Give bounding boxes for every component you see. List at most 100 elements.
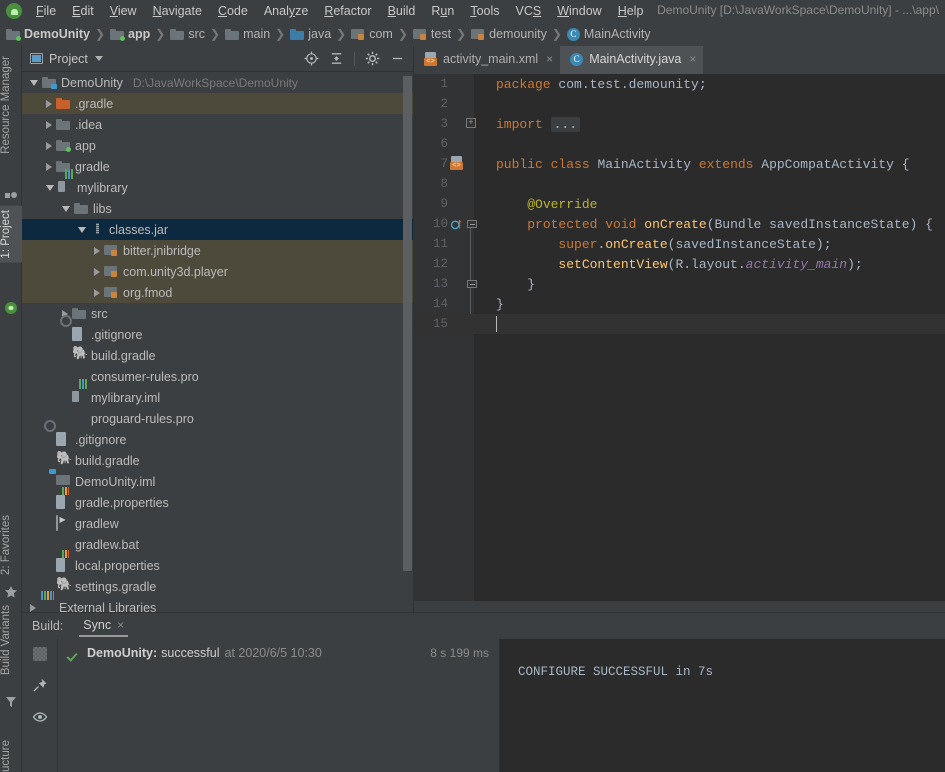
gutter-marker[interactable] <box>448 234 474 254</box>
code-line[interactable]: 13 } <box>414 274 945 294</box>
tree-row[interactable]: .idea <box>22 114 413 135</box>
breadcrumb-item-demounity[interactable]: DemoUnity <box>6 27 90 41</box>
breadcrumb-item-com[interactable]: com <box>351 27 393 41</box>
code-line[interactable]: 7 public class MainActivity extends AppCo… <box>414 154 945 174</box>
build-result-tree[interactable]: DemoUnity: successful at 2020/6/5 10:30 … <box>58 639 500 772</box>
menu-item-refactor[interactable]: Refactor <box>316 2 379 20</box>
tree-row[interactable]: bitter.jnibridge <box>22 240 413 261</box>
tree-row[interactable]: .gradle <box>22 93 413 114</box>
tree-row[interactable]: com.unity3d.player <box>22 261 413 282</box>
gutter-marker[interactable] <box>448 314 474 334</box>
gear-icon[interactable] <box>365 51 380 66</box>
gutter-marker[interactable] <box>448 294 474 314</box>
menu-item-view[interactable]: View <box>102 2 145 20</box>
chevron-closed-icon[interactable] <box>46 99 52 108</box>
menu-item-edit[interactable]: Edit <box>64 2 102 20</box>
close-icon[interactable]: × <box>546 52 553 66</box>
breadcrumb-item-java[interactable]: java <box>290 27 331 41</box>
chevron-down-icon[interactable] <box>94 56 103 61</box>
code-line[interactable]: 1 package com.test.demounity; <box>414 74 945 94</box>
related-xml-icon[interactable] <box>450 156 463 170</box>
menu-item-help[interactable]: Help <box>610 2 652 20</box>
build-tab-sync[interactable]: Sync × <box>79 615 129 637</box>
menu-item-analyze[interactable]: Analyze <box>256 2 316 20</box>
rail-item-project[interactable]: 1: Project <box>0 206 22 263</box>
code-line[interactable]: 3 + import ... <box>414 114 945 134</box>
editor-tab-activity-main-xml[interactable]: activity_main.xml × <box>414 46 560 74</box>
breadcrumb-item-demounity[interactable]: demounity <box>471 27 547 41</box>
chevron-open-icon[interactable] <box>30 79 38 86</box>
gutter-marker[interactable] <box>448 214 477 234</box>
chevron-closed-icon[interactable] <box>94 246 100 255</box>
fold-collapse-icon[interactable] <box>467 280 477 288</box>
menu-item-run[interactable]: Run <box>423 2 462 20</box>
code-line[interactable]: 10 protected void onCreate(Bundle savedI… <box>414 214 945 234</box>
gutter-marker[interactable] <box>448 74 474 94</box>
tree-row[interactable]: mylibrary <box>22 177 413 198</box>
code-line[interactable]: 2 <box>414 94 945 114</box>
chevron-open-icon[interactable] <box>78 226 86 233</box>
tree-row[interactable]: gradle <box>22 156 413 177</box>
breadcrumb-item-main[interactable]: main <box>225 27 270 41</box>
gutter-marker[interactable] <box>448 194 474 214</box>
code-editor[interactable]: 1 package com.test.demounity; 2 3 + import .… <box>414 74 945 601</box>
breadcrumb-item-app[interactable]: app <box>110 27 150 41</box>
rail-item-build-variants[interactable]: Build Variants <box>0 601 22 679</box>
code-line[interactable]: 15 <box>414 314 945 334</box>
gutter-marker[interactable] <box>448 94 474 114</box>
tree-row[interactable]: .gitignore <box>22 429 413 450</box>
chevron-open-icon[interactable] <box>62 205 70 212</box>
tree-row[interactable]: DemoUnity.iml <box>22 471 413 492</box>
tree-row[interactable]: classes.jar <box>22 219 413 240</box>
code-line[interactable]: 9 @Override <box>414 194 945 214</box>
code-line[interactable]: 6 <box>414 134 945 154</box>
collapse-all-icon[interactable] <box>329 51 344 66</box>
tree-row[interactable]: External Libraries <box>22 597 413 612</box>
rail-item-resource-manager[interactable]: Resource Manager <box>0 52 22 158</box>
locate-in-tree-icon[interactable] <box>304 51 319 66</box>
override-method-icon[interactable] <box>450 217 464 231</box>
code-line[interactable]: 14} <box>414 294 945 314</box>
build-output-console[interactable]: CONFIGURE SUCCESSFUL in 7s <box>500 639 945 772</box>
gutter-marker[interactable] <box>448 174 474 194</box>
chevron-closed-icon[interactable] <box>30 603 36 612</box>
menu-item-window[interactable]: Window <box>549 2 609 20</box>
tree-row[interactable]: proguard-rules.pro <box>22 408 413 429</box>
gutter-marker[interactable] <box>448 274 477 294</box>
gutter-marker[interactable] <box>448 254 474 274</box>
tree-row[interactable]: org.fmod <box>22 282 413 303</box>
tree-row[interactable]: src <box>22 303 413 324</box>
menu-item-navigate[interactable]: Navigate <box>145 2 210 20</box>
tree-row[interactable]: local.properties <box>22 555 413 576</box>
project-tree-scrollbar[interactable] <box>403 76 412 571</box>
menu-item-vcs[interactable]: VCS <box>508 2 550 20</box>
minimize-icon[interactable] <box>390 51 405 66</box>
tree-row[interactable]: .gitignore <box>22 324 413 345</box>
breadcrumb-item-mainactivity[interactable]: C MainActivity <box>566 27 651 41</box>
tree-row[interactable]: app <box>22 135 413 156</box>
build-result-row[interactable]: DemoUnity: successful at 2020/6/5 10:30 … <box>58 643 499 663</box>
fold-collapse-icon[interactable] <box>467 220 477 228</box>
menu-item-code[interactable]: Code <box>210 2 256 20</box>
breadcrumb-item-test[interactable]: test <box>412 27 451 41</box>
rail-item-structure[interactable]: 7: Structure <box>0 736 22 772</box>
menu-item-file[interactable]: File <box>28 2 64 20</box>
breadcrumb-item-src[interactable]: src <box>170 27 205 41</box>
project-tree[interactable]: DemoUnity D:\JavaWorkSpace\DemoUnity .grad… <box>22 72 413 612</box>
tree-row[interactable]: gradlew <box>22 513 413 534</box>
tree-row[interactable]: gradle.properties <box>22 492 413 513</box>
tree-row[interactable]: gradlew.bat <box>22 534 413 555</box>
chevron-closed-icon[interactable] <box>94 267 100 276</box>
tree-row[interactable]: mylibrary.iml <box>22 387 413 408</box>
chevron-open-icon[interactable] <box>46 184 54 191</box>
gutter-marker[interactable] <box>448 154 474 174</box>
editor-tab-mainactivity-java[interactable]: C MainActivity.java × <box>560 46 704 74</box>
code-line[interactable]: 8 <box>414 174 945 194</box>
close-icon[interactable]: × <box>117 618 124 632</box>
tree-row[interactable]: libs <box>22 198 413 219</box>
chevron-closed-icon[interactable] <box>46 162 52 171</box>
eye-icon[interactable] <box>32 709 48 725</box>
tree-row[interactable]: build.gradle <box>22 345 413 366</box>
pin-icon[interactable] <box>32 677 48 693</box>
menu-item-build[interactable]: Build <box>380 2 424 20</box>
